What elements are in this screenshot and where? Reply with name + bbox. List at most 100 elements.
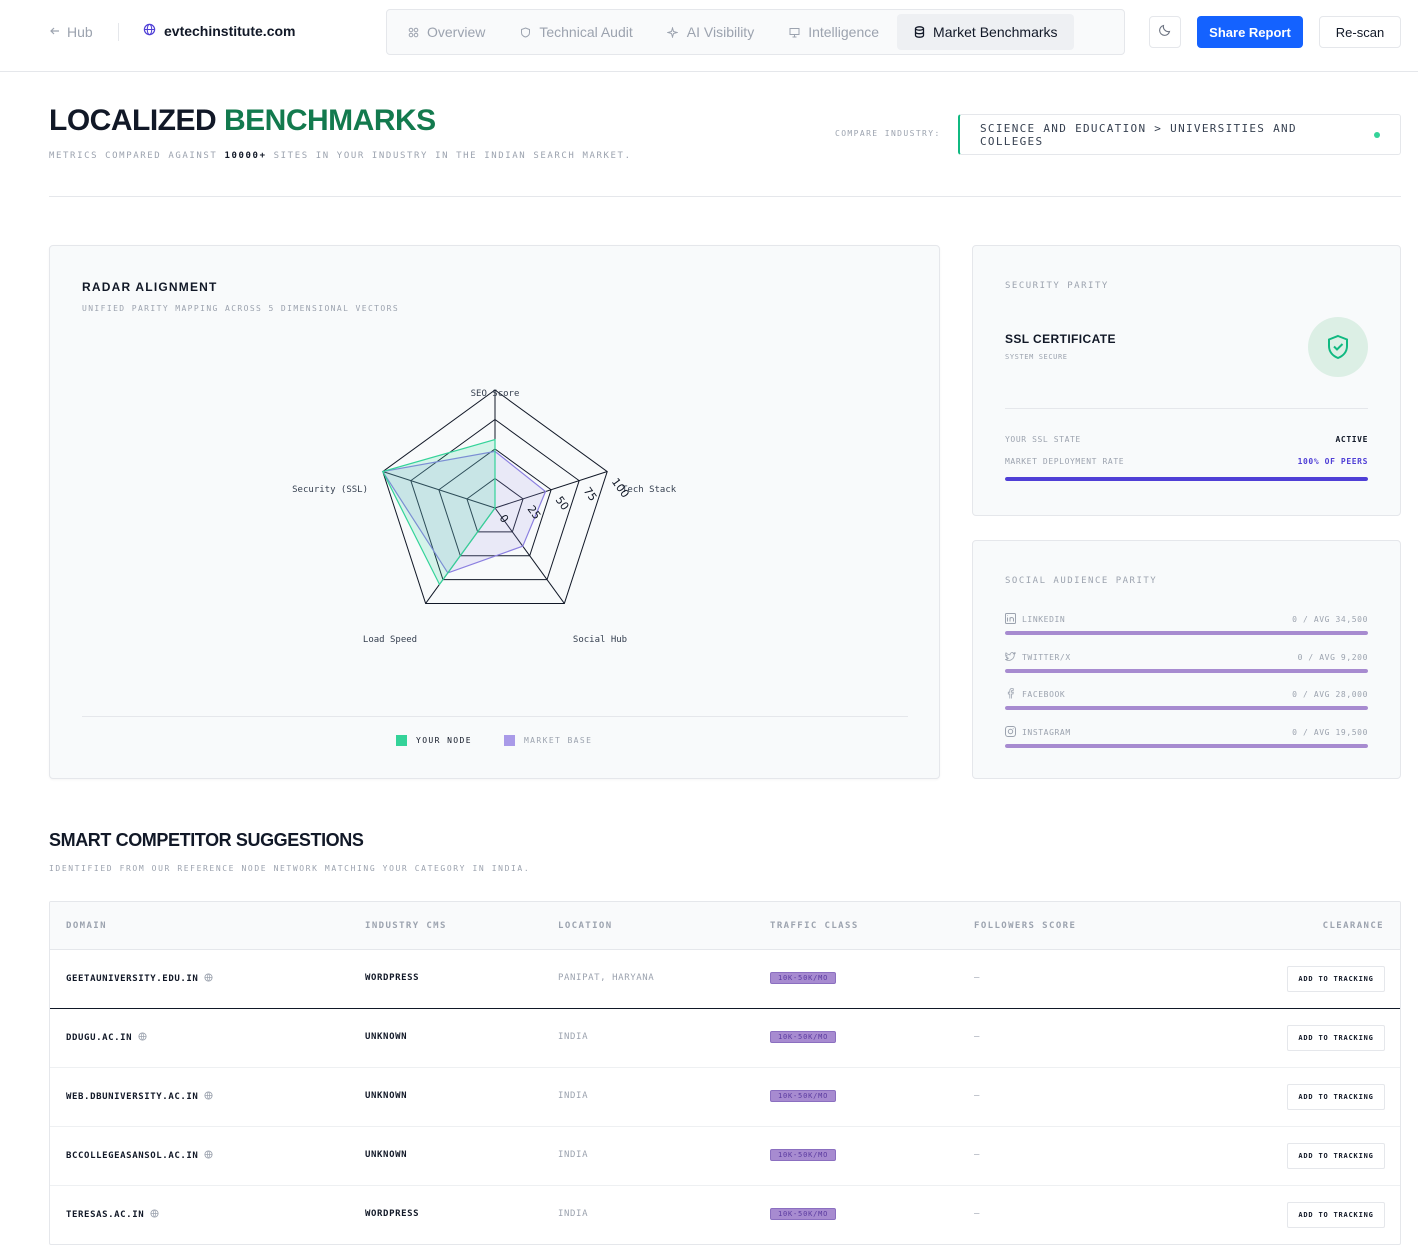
table-row: DDUGU.AC.IN UNKNOWN INDIA 10K-50K/MO — ADD TO… xyxy=(50,1009,1400,1068)
tab-technical-audit[interactable]: Technical Audit xyxy=(503,14,648,50)
divider xyxy=(1005,408,1368,409)
industry-value: SCIENCE AND EDUCATION > UNIVERSITIES AND… xyxy=(980,121,1297,148)
tab-overview[interactable]: Overview xyxy=(391,14,501,50)
add-to-tracking-button[interactable]: ADD TO TRACKING xyxy=(1287,966,1385,992)
radar-chart: SEO ScoreTech StackSocial HubLoad SpeedS… xyxy=(292,389,677,645)
radar-axis-label: SEO Score xyxy=(471,389,520,399)
location-cell: PANIPAT, HARYANA xyxy=(558,973,655,983)
cms-cell: WORDPRESS xyxy=(365,973,420,983)
globe-icon xyxy=(138,1032,147,1044)
hub-label: Hub xyxy=(67,24,93,40)
instagram-icon xyxy=(1005,725,1016,739)
subtitle-count: 10000+ xyxy=(224,151,267,161)
followers-cell: — xyxy=(974,1091,981,1101)
column-header: CLEARANCE xyxy=(1322,921,1384,931)
traffic-cell: 10K-50K/MO xyxy=(770,1031,837,1043)
divider xyxy=(82,716,908,717)
table-row: TERESAS.AC.IN WORDPRESS INDIA 10K-50K/MO — AD… xyxy=(50,1186,1400,1244)
share-report-button[interactable]: Share Report xyxy=(1197,16,1303,48)
domain-cell: TERESAS.AC.IN xyxy=(66,1209,159,1221)
linkedin-icon xyxy=(1005,612,1016,626)
hub-link[interactable]: Hub xyxy=(49,24,93,40)
globe-icon xyxy=(143,23,156,39)
social-row-linkedin: LINKEDIN 0 / AVG 34,500 xyxy=(1005,609,1368,629)
theme-toggle-button[interactable] xyxy=(1149,16,1181,48)
social-value: 0 / AVG 9,200 xyxy=(1297,652,1368,662)
followers-cell: — xyxy=(974,1150,981,1160)
divider xyxy=(118,23,119,41)
shield-icon xyxy=(519,26,531,38)
social-label: LINKEDIN xyxy=(1022,614,1066,624)
traffic-cell: 10K-50K/MO xyxy=(770,1149,837,1161)
rescan-button[interactable]: Re-scan xyxy=(1319,16,1401,48)
tab-intelligence[interactable]: Intelligence xyxy=(772,14,895,50)
location-cell: INDIA xyxy=(558,1209,589,1219)
add-to-tracking-button[interactable]: ADD TO TRACKING xyxy=(1287,1143,1385,1169)
social-value: 0 / AVG 28,000 xyxy=(1292,689,1368,699)
page-title-main: LOCALIZED xyxy=(49,104,217,137)
domain-text: WEB.DBUNIVERSITY.AC.IN xyxy=(66,1092,199,1102)
twitter-icon xyxy=(1003,651,1017,664)
social-label: INSTAGRAM xyxy=(1022,727,1071,737)
social-bar-fill xyxy=(1005,669,1368,673)
card-title: SOCIAL AUDIENCE PARITY xyxy=(1005,576,1158,586)
social-row-twitter: TWITTER/X 0 / AVG 9,200 xyxy=(1003,647,1368,667)
security-parity-card: SECURITY PARITY SSL CERTIFICATE SYSTEM S… xyxy=(972,245,1401,516)
followers-cell: — xyxy=(974,1032,981,1042)
page-title-accent: BENCHMARKS xyxy=(224,104,436,137)
add-to-tracking-button[interactable]: ADD TO TRACKING xyxy=(1287,1025,1385,1051)
monitor-icon xyxy=(788,26,800,38)
table-row: WEB.DBUNIVERSITY.AC.IN UNKNOWN INDIA 10K-50… xyxy=(50,1068,1400,1127)
deployment-rate-row: MARKET DEPLOYMENT RATE 100% OF PEERS xyxy=(1005,457,1368,466)
domain-text: GEETAUNIVERSITY.EDU.IN xyxy=(66,974,199,984)
tab-market-benchmarks[interactable]: Market Benchmarks xyxy=(897,14,1074,50)
column-header: LOCATION xyxy=(558,921,613,931)
social-label: TWITTER/X xyxy=(1022,652,1071,662)
tab-label: Overview xyxy=(427,24,486,40)
ssl-subtitle: SYSTEM SECURE xyxy=(1005,353,1068,361)
competitor-table: DOMAIN INDUSTRY CMS LOCATION TRAFFIC CLA… xyxy=(49,901,1401,1245)
legend-your-node: YOUR NODE xyxy=(396,735,472,746)
subtitle-post: SITES IN YOUR INDUSTRY IN THE INDIAN SEA… xyxy=(273,151,632,161)
traffic-cell: 10K-50K/MO xyxy=(770,1090,837,1102)
cms-cell: UNKNOWN xyxy=(365,1032,408,1042)
traffic-cell: 10K-50K/MO xyxy=(770,972,837,984)
radar-tick-label: 100 xyxy=(609,476,632,501)
deployment-rate-label: MARKET DEPLOYMENT RATE xyxy=(1005,457,1125,466)
table-row: GEETAUNIVERSITY.EDU.IN WORDPRESS PANIPAT, … xyxy=(50,950,1400,1009)
page-subtitle: METRICS COMPARED AGAINST 10000+ SITES IN… xyxy=(49,151,632,161)
grid-icon xyxy=(407,26,419,38)
social-bar xyxy=(1005,744,1368,748)
add-to-tracking-button[interactable]: ADD TO TRACKING xyxy=(1287,1202,1385,1228)
industry-selector[interactable]: SCIENCE AND EDUCATION > UNIVERSITIES AND… xyxy=(958,114,1401,155)
top-navigation: Hub evtechinstitute.com Overview Technic… xyxy=(0,0,1418,72)
radar-axis-label: Load Speed xyxy=(363,635,417,645)
ssl-state-row: YOUR SSL STATE ACTIVE xyxy=(1005,435,1368,444)
social-bar-fill xyxy=(1005,706,1368,710)
radar-tick-label: 75 xyxy=(581,485,600,504)
traffic-badge: 10K-50K/MO xyxy=(770,1090,837,1102)
column-header: TRAFFIC CLASS xyxy=(770,921,859,931)
column-header: FOLLOWERS SCORE xyxy=(974,921,1077,931)
compare-industry-label: COMPARE INDUSTRY: xyxy=(835,129,941,138)
domain-text: BCCOLLEGEASANSOL.AC.IN xyxy=(66,1151,199,1161)
social-parity-card: SOCIAL AUDIENCE PARITY LINKEDIN 0 / AVG … xyxy=(972,540,1401,779)
social-value: 0 / AVG 19,500 xyxy=(1292,727,1368,737)
ssl-state-label: YOUR SSL STATE xyxy=(1005,435,1081,444)
social-bar xyxy=(1005,706,1368,710)
add-to-tracking-button[interactable]: ADD TO TRACKING xyxy=(1287,1084,1385,1110)
section-tabs: Overview Technical Audit AI Visibility I… xyxy=(386,9,1125,55)
page-title: LOCALIZED BENCHMARKS xyxy=(49,104,436,138)
status-dot xyxy=(1374,131,1380,138)
tab-ai-visibility[interactable]: AI Visibility xyxy=(651,14,770,50)
deployment-rate-fill xyxy=(1005,477,1368,481)
traffic-badge: 10K-50K/MO xyxy=(770,1149,837,1161)
moon-icon xyxy=(1158,23,1172,41)
sparkle-icon xyxy=(667,26,679,38)
tab-label: Technical Audit xyxy=(539,24,633,40)
social-value: 0 / AVG 34,500 xyxy=(1292,614,1368,624)
radar-card: RADAR ALIGNMENT UNIFIED PARITY MAPPING A… xyxy=(49,245,940,779)
facebook-icon xyxy=(1005,687,1016,701)
location-cell: INDIA xyxy=(558,1150,589,1160)
traffic-badge: 10K-50K/MO xyxy=(770,1208,837,1220)
